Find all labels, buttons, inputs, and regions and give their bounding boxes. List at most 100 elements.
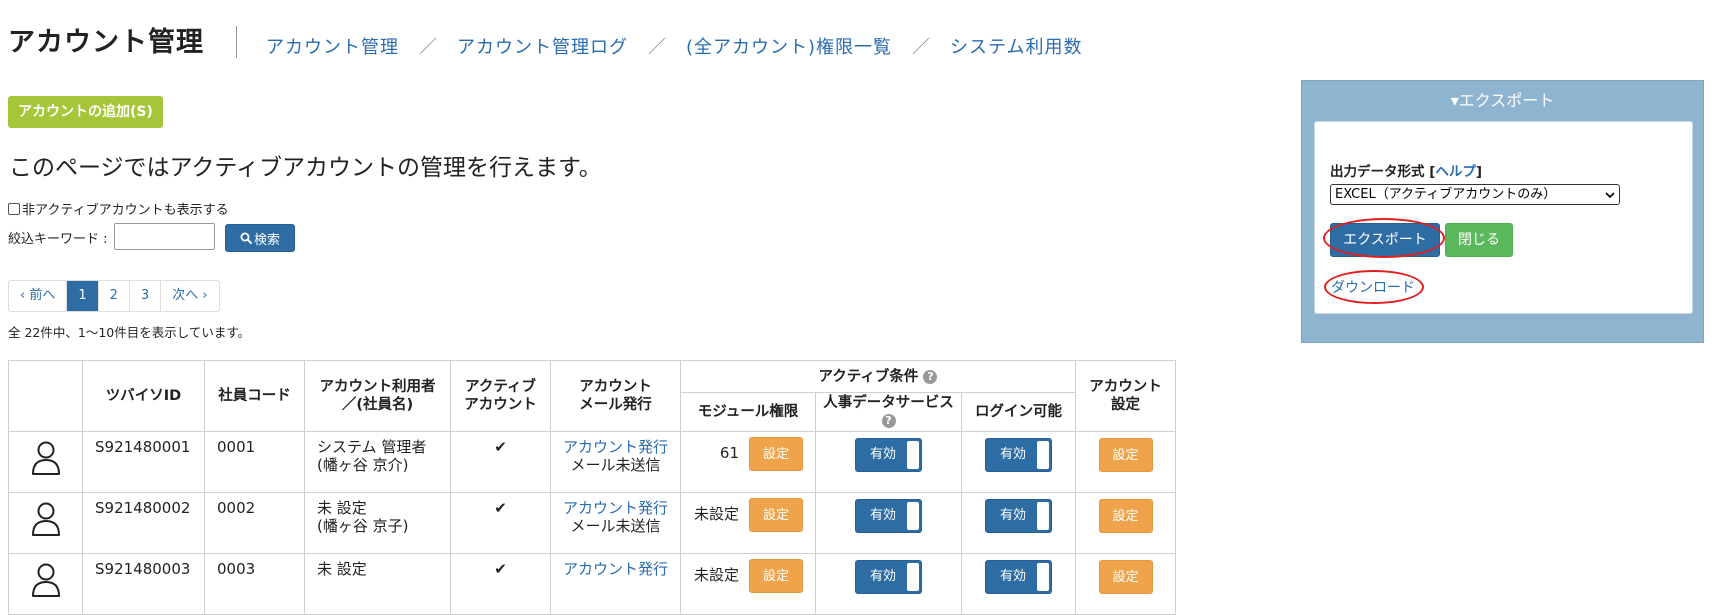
breadcrumb-separator: ／ [419, 37, 437, 58]
header-hr-data-service: 人事データサービス ? [815, 392, 962, 432]
search-icon [240, 232, 252, 244]
cell-login-allowed: 有効 [961, 553, 1076, 615]
header-tsubaiso-id: ツバイソID [82, 360, 205, 432]
cell-hr-data-service: 有効 [815, 431, 962, 493]
cell-mail-issue: アカウント発行 メール未送信 [550, 492, 681, 554]
account-settings-button[interactable]: 設定 [1098, 438, 1153, 472]
export-button[interactable]: エクスポート [1330, 223, 1440, 257]
cell-active-check: ✔ [450, 431, 551, 493]
table-row: S921480002 0002 未 設定 (幡ヶ谷 京子) ✔ アカウント発行 メ… [8, 492, 1176, 554]
help-icon[interactable]: ? [923, 369, 938, 384]
cell-account-settings: 設定 [1075, 431, 1176, 493]
issue-account-link[interactable]: アカウント発行 [563, 499, 668, 517]
show-inactive-row: 非アクティブアカウントも表示する [8, 199, 229, 218]
header-account-user: アカウント利用者 ／(社員名) [304, 360, 451, 432]
cell-login-allowed: 有効 [961, 492, 1076, 554]
cell-employee-code: 0003 [204, 553, 305, 615]
cell-tsubaiso-id: S921480002 [82, 492, 205, 554]
add-account-button[interactable]: アカウントの追加(S) [8, 96, 163, 128]
format-select[interactable]: EXCEL（アクティブアカウントのみ） [1330, 184, 1620, 205]
login-toggle[interactable]: 有効 [985, 438, 1052, 472]
header-mail-issue: アカウント メール発行 [550, 360, 681, 432]
cell-employee-code: 0001 [204, 431, 305, 493]
search-button-label: 検索 [253, 232, 280, 248]
header-employee-code: 社員コード [204, 360, 305, 432]
header-avatar [8, 360, 83, 432]
cell-account-user: システム 管理者 (幡ヶ谷 京介) [304, 431, 451, 493]
format-help-link[interactable]: ヘルプ [1435, 164, 1476, 180]
header-module-permissions: モジュール権限 [680, 392, 816, 432]
breadcrumb-system-usage[interactable]: システム利用数 [950, 33, 1082, 59]
pagination-page-3[interactable]: 3 [130, 281, 162, 311]
cell-login-allowed: 有効 [961, 431, 1076, 493]
format-label: 出力データ形式 [ヘルプ] [1330, 164, 1483, 180]
hr-data-toggle[interactable]: 有効 [855, 499, 922, 533]
user-avatar-icon [31, 441, 60, 475]
cell-mail-issue: アカウント発行 [550, 553, 681, 615]
hr-data-toggle[interactable]: 有効 [855, 560, 922, 594]
module-settings-button[interactable]: 設定 [749, 559, 803, 593]
show-inactive-checkbox[interactable] [8, 202, 20, 215]
cell-active-check: ✔ [450, 553, 551, 615]
account-settings-button[interactable]: 設定 [1098, 560, 1153, 594]
download-link[interactable]: ダウンロード [1331, 277, 1415, 297]
cell-account-user: 未 設定 (幡ヶ谷 京子) [304, 492, 451, 554]
pagination-page-1[interactable]: 1 [67, 281, 99, 311]
user-avatar-icon [31, 502, 60, 536]
pagination-prev[interactable]: ‹ 前へ [9, 281, 68, 311]
breadcrumb-permission-list[interactable]: (全アカウント)権限一覧 [686, 33, 892, 59]
module-settings-button[interactable]: 設定 [749, 498, 803, 532]
breadcrumb-separator: ／ [648, 37, 666, 58]
cell-module-permissions: 未設定 設定 [680, 492, 816, 554]
cell-account-settings: 設定 [1075, 492, 1176, 554]
export-panel-body: 出力データ形式 [ヘルプ] EXCEL（アクティブアカウントのみ） エクスポート… [1314, 121, 1693, 314]
module-count: 61 [719, 444, 739, 462]
cell-hr-data-service: 有効 [815, 553, 962, 615]
cell-module-permissions: 61 設定 [680, 431, 816, 493]
cell-employee-code: 0002 [204, 492, 305, 554]
module-settings-button[interactable]: 設定 [749, 437, 803, 471]
hr-data-toggle[interactable]: 有効 [855, 438, 922, 472]
pagination-page-2[interactable]: 2 [99, 281, 130, 311]
table-row: S921480001 0001 システム 管理者 (幡ヶ谷 京介) ✔ アカウント… [8, 431, 1176, 493]
intro-text: このページではアクティブアカウントの管理を行えます。 [9, 155, 602, 181]
results-count: 全 22件中、1〜10件目を表示しています。 [8, 325, 251, 340]
cell-tsubaiso-id: S921480001 [82, 431, 205, 493]
show-inactive-label: 非アクティブアカウントも表示する [22, 203, 229, 218]
export-panel: ▾エクスポート 出力データ形式 [ヘルプ] EXCEL（アクティブアカウントのみ… [1301, 80, 1704, 343]
keyword-label: 絞込キーワード : [8, 232, 108, 247]
pagination: ‹ 前へ 1 2 3 次へ › [8, 280, 220, 312]
breadcrumb: アカウント管理 ／ アカウント管理ログ ／ (全アカウント)権限一覧 ／ システ… [266, 33, 1083, 59]
header-account-settings: アカウント 設定 [1075, 360, 1176, 432]
export-panel-toggle[interactable]: ▾エクスポート [1302, 87, 1703, 111]
breadcrumb-account-log[interactable]: アカウント管理ログ [457, 33, 628, 59]
user-avatar-icon [31, 563, 60, 597]
mail-status: メール未送信 [570, 517, 661, 535]
cell-account-settings: 設定 [1075, 553, 1176, 615]
cell-mail-issue: アカウント発行 メール未送信 [550, 431, 681, 493]
login-toggle[interactable]: 有効 [985, 499, 1052, 533]
issue-account-link[interactable]: アカウント発行 [563, 560, 668, 578]
mail-status: メール未送信 [570, 456, 661, 474]
breadcrumb-separator: ／ [912, 37, 931, 58]
search-button[interactable]: 検索 [225, 224, 295, 252]
header-active-conditions: アクティブ条件 ? [680, 360, 1076, 393]
header-active-account: アクティブ アカウント [450, 360, 551, 432]
cell-tsubaiso-id: S921480003 [82, 553, 205, 615]
help-icon[interactable]: ? [881, 414, 896, 428]
breadcrumb-account-management[interactable]: アカウント管理 [266, 33, 399, 59]
pagination-next[interactable]: 次へ › [161, 281, 218, 311]
account-settings-button[interactable]: 設定 [1098, 499, 1153, 533]
keyword-input[interactable] [114, 223, 215, 250]
page-title: アカウント管理 [8, 27, 204, 58]
table-row: S921480003 0003 未 設定 ✔ アカウント発行 未設定 設定 有効 … [8, 553, 1176, 615]
issue-account-link[interactable]: アカウント発行 [563, 438, 668, 456]
cell-hr-data-service: 有効 [815, 492, 962, 554]
cell-module-permissions: 未設定 設定 [680, 553, 816, 615]
login-toggle[interactable]: 有効 [985, 560, 1052, 594]
module-count: 未設定 [693, 505, 739, 523]
cell-account-user: 未 設定 [304, 553, 451, 615]
header-login-allowed: ログイン可能 [961, 392, 1076, 432]
format-select-value: EXCEL（アクティブアカウントのみ） [1335, 187, 1557, 202]
close-button[interactable]: 閉じる [1445, 223, 1513, 257]
